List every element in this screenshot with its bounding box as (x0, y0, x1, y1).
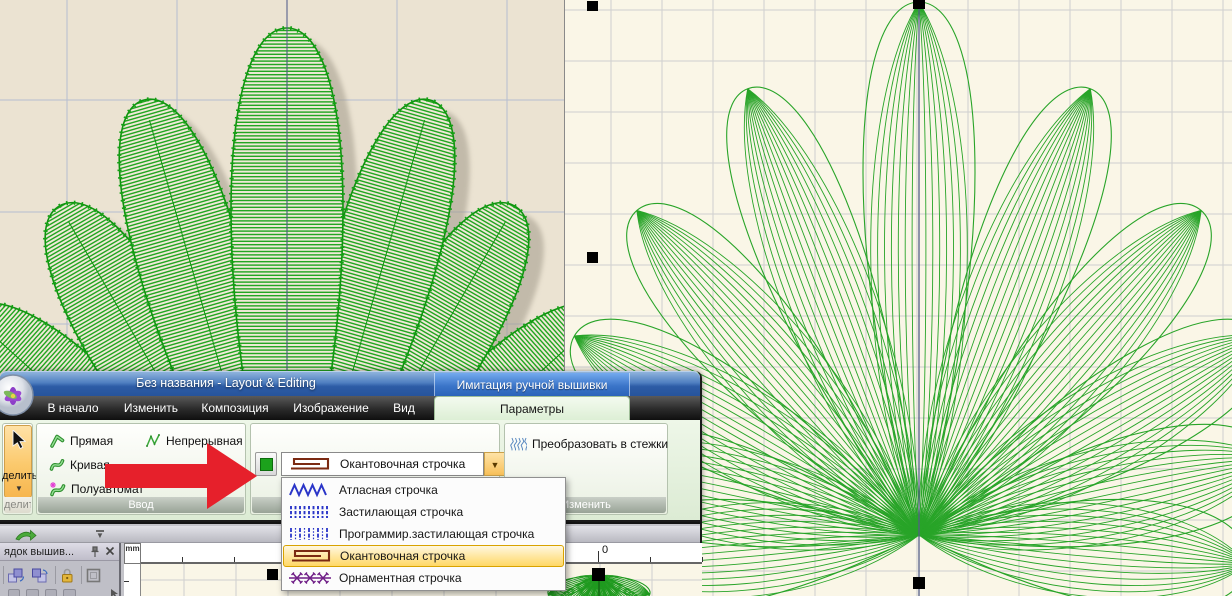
cursor-arrow-icon (12, 430, 26, 450)
programmable-fill-stitch-icon (288, 526, 332, 542)
dropdown-item-label: Застилающая строчка (339, 505, 463, 519)
tab-view[interactable]: Вид (384, 396, 424, 420)
vertical-ruler (124, 564, 141, 596)
lock-icon[interactable] (59, 567, 75, 584)
semi-auto-icon (49, 481, 66, 498)
continuous-button[interactable]: Непрерывная (145, 431, 243, 451)
stitch-type-value: Окантовочная строчка (340, 457, 465, 471)
dropdown-item-label: Окантовочная строчка (340, 549, 465, 563)
panel-toolbar-row2 (0, 589, 119, 596)
app-logo-icon[interactable] (0, 373, 35, 417)
dropdown-item-programmable-fill[interactable]: Программир.застилающая строчка (283, 523, 564, 545)
pin-icon[interactable] (89, 546, 101, 558)
window-titlebar: Без названия - Layout & Editing Имитация… (0, 371, 700, 396)
combobox-dropdown-button[interactable]: ▼ (484, 452, 506, 476)
fill-stitch-icon (288, 504, 332, 520)
ruler-zero-label: 0 (602, 544, 608, 556)
toolbar-options-icon[interactable]: ▼ (94, 529, 106, 541)
tab-image[interactable]: Изображение (284, 396, 378, 420)
order-forward-icon[interactable] (31, 567, 49, 584)
dropdown-item-label: Атласная строчка (339, 483, 438, 497)
tab-home[interactable]: В начало (36, 396, 110, 420)
straight-line-icon (49, 433, 65, 449)
hoop-frame-icon[interactable] (85, 567, 102, 584)
convert-to-stitches-button[interactable]: Преобразовать в стежки (510, 434, 668, 454)
curve-icon (49, 457, 65, 473)
ribbon-group-select: делить ▼ делить (2, 423, 33, 515)
thread-color-chip (260, 458, 273, 471)
outline-stitch-icon (289, 548, 333, 564)
tab-composition[interactable]: Композиция (192, 396, 278, 420)
window-title: Без названия - Layout & Editing (96, 376, 356, 390)
stitch-type-dropdown: Атласная строчка Застилающая строчка (281, 477, 566, 591)
straight-line-button[interactable]: Прямая (49, 431, 113, 451)
panel-header: ядок вышив... (0, 543, 119, 561)
ornament-stitch-icon (288, 570, 332, 586)
select-button-label: делить (2, 470, 36, 482)
chevron-down-icon: ▼ (5, 485, 33, 493)
dropdown-item-satin[interactable]: Атласная строчка (283, 479, 564, 501)
sewing-order-panel: ядок вышив... (0, 543, 121, 596)
dropdown-item-label: Программир.застилающая строчка (339, 527, 534, 541)
dropdown-item-label: Орнаментная строчка (339, 571, 462, 585)
dropdown-item-fill[interactable]: Застилающая строчка (283, 501, 564, 523)
select-tool-button[interactable]: делить ▼ (4, 425, 32, 498)
stitches-icon (510, 436, 527, 453)
panel-title: ядок вышив... (4, 546, 74, 558)
panel-toolbar (0, 562, 119, 588)
continuous-label: Непрерывная (166, 434, 243, 448)
satin-stitch-icon (288, 482, 332, 498)
curve-button[interactable]: Кривая (49, 455, 110, 475)
curve-label: Кривая (70, 458, 110, 472)
close-icon[interactable] (104, 546, 116, 558)
screenshot-root: Без названия - Layout & Editing Имитация… (0, 0, 1232, 596)
convert-to-stitches-label: Преобразовать в стежки (532, 437, 668, 451)
dropdown-item-outline-selected[interactable]: Окантовочная строчка (283, 545, 564, 567)
order-backward-icon[interactable] (7, 567, 25, 584)
tab-edit[interactable]: Изменить (116, 396, 186, 420)
stitch-type-combobox[interactable]: Окантовочная строчка (281, 452, 484, 476)
continuous-icon (145, 433, 161, 449)
contextual-tab-group: Имитация ручной вышивки (434, 373, 630, 397)
redo-arrow-icon[interactable] (14, 528, 38, 542)
thread-color-swatch[interactable] (255, 452, 277, 476)
dropdown-item-ornament[interactable]: Орнаментная строчка (283, 567, 564, 589)
pointer-stub-icon (110, 589, 119, 596)
group-caption-select: делить (4, 497, 31, 513)
straight-line-label: Прямая (70, 434, 113, 448)
ruler-unit-box: mm (124, 543, 141, 564)
tab-parameters-active[interactable]: Параметры (434, 396, 630, 420)
outline-stitch-icon (288, 456, 332, 472)
